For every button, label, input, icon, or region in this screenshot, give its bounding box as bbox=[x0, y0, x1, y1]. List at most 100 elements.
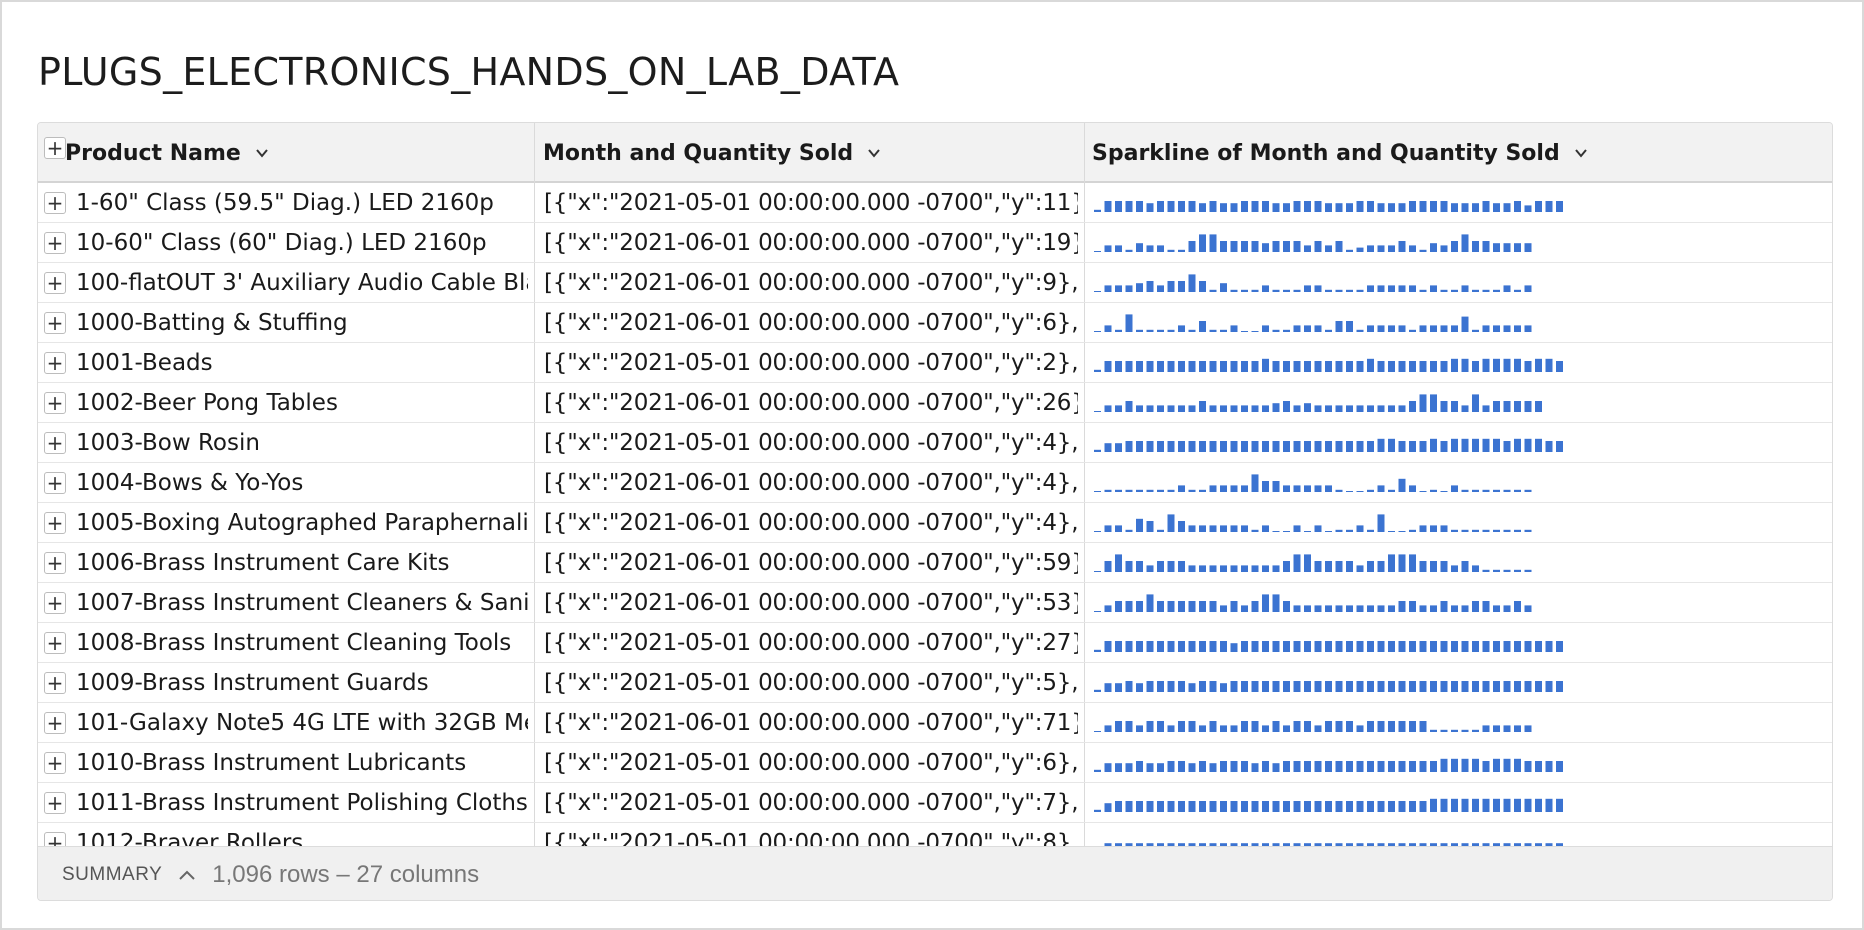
cell-month-qty[interactable]: [{"x":"2021-05-01 00:00:00.000 -0700","y… bbox=[544, 743, 1078, 783]
expand-row-button[interactable]: + bbox=[44, 392, 66, 414]
cell-product-name[interactable]: 1006-Brass Instrument Care Kits bbox=[76, 543, 528, 583]
expand-row-button[interactable]: + bbox=[44, 752, 66, 774]
cell-month-qty[interactable]: [{"x":"2021-06-01 00:00:00.000 -0700","y… bbox=[544, 383, 1078, 423]
sparkline-bar bbox=[1167, 361, 1175, 372]
expand-row-button[interactable]: + bbox=[44, 472, 66, 494]
cell-month-qty[interactable]: [{"x":"2021-05-01 00:00:00.000 -0700","y… bbox=[544, 183, 1078, 223]
table-row[interactable]: +1004-Bows & Yo-Yos [{"x":"2021-06-01 00:… bbox=[38, 463, 1832, 503]
expand-row-button[interactable]: + bbox=[44, 312, 66, 334]
cell-month-qty[interactable]: [{"x":"2021-06-01 00:00:00.000 -0700","y… bbox=[544, 583, 1078, 623]
expand-row-button[interactable]: + bbox=[44, 272, 66, 294]
sparkline-bar bbox=[1388, 554, 1395, 572]
column-header-month-qty[interactable]: Month and Quantity Sold bbox=[543, 123, 881, 183]
cell-month-qty[interactable]: [{"x":"2021-06-01 00:00:00.000 -0700","y… bbox=[544, 303, 1078, 343]
expand-row-button[interactable]: + bbox=[44, 232, 66, 254]
table-row[interactable]: +1007-Brass Instrument Cleaners & Saniti… bbox=[38, 583, 1832, 623]
cell-month-qty[interactable]: [{"x":"2021-06-01 00:00:00.000 -0700","y… bbox=[544, 543, 1078, 583]
expand-row-button[interactable]: + bbox=[44, 512, 66, 534]
sparkline-bar bbox=[1482, 405, 1490, 412]
column-header-product-name[interactable]: Product Name bbox=[65, 123, 269, 183]
chevron-up-icon[interactable] bbox=[178, 869, 196, 881]
sparkline-bar bbox=[1451, 485, 1458, 492]
cell-product-name[interactable]: 1002-Beer Pong Tables bbox=[76, 383, 528, 423]
sparkline-bar bbox=[1178, 641, 1185, 652]
sparkline-bar bbox=[1094, 731, 1101, 732]
table-row[interactable]: +1001-Beads [{"x":"2021-05-01 00:00:00.00… bbox=[38, 343, 1832, 383]
cell-month-qty[interactable]: [{"x":"2021-05-01 00:00:00.000 -0700","y… bbox=[544, 623, 1078, 663]
cell-month-qty[interactable]: [{"x":"2021-06-01 00:00:00.000 -0700","y… bbox=[544, 263, 1078, 303]
table-row[interactable]: +1003-Bow Rosin [{"x":"2021-05-01 00:00:0… bbox=[38, 423, 1832, 463]
cell-product-name[interactable]: 1-60" Class (59.5" Diag.) LED 2160p bbox=[76, 183, 528, 223]
table-body: +1-60" Class (59.5" Diag.) LED 2160p [{"x… bbox=[38, 183, 1832, 900]
cell-month-qty[interactable]: [{"x":"2021-06-01 00:00:00.000 -0700","y… bbox=[544, 463, 1078, 503]
sparkline-bar bbox=[1230, 405, 1238, 412]
expand-row-button[interactable]: + bbox=[44, 432, 66, 454]
table-row[interactable]: +101-Galaxy Note5 4G LTE with 32GB Memor… bbox=[38, 703, 1832, 743]
table-row[interactable]: +1011-Brass Instrument Polishing Cloths [… bbox=[38, 783, 1832, 823]
table-row[interactable]: +1010-Brass Instrument Lubricants [{"x":"… bbox=[38, 743, 1832, 783]
sparkline-bar bbox=[1262, 594, 1269, 612]
table-row[interactable]: +1002-Beer Pong Tables [{"x":"2021-06-01 … bbox=[38, 383, 1832, 423]
cell-product-name[interactable]: 1004-Bows & Yo-Yos bbox=[76, 463, 528, 503]
cell-product-name[interactable]: 1003-Bow Rosin bbox=[76, 423, 528, 463]
expand-all-button[interactable]: + bbox=[44, 137, 66, 159]
chevron-down-icon[interactable] bbox=[867, 146, 881, 160]
sparkline-bar bbox=[1430, 605, 1437, 612]
cell-product-name[interactable]: 1000-Batting & Stuffing bbox=[76, 303, 528, 343]
sparkline-bar bbox=[1377, 561, 1385, 572]
table-row[interactable]: +1009-Brass Instrument Guards [{"x":"2021… bbox=[38, 663, 1832, 703]
expand-row-button[interactable]: + bbox=[44, 712, 66, 734]
sparkline-bar bbox=[1314, 725, 1322, 732]
sparkline-bar bbox=[1482, 438, 1490, 452]
table-row[interactable]: +10-60" Class (60" Diag.) LED 2160p [{"x"… bbox=[38, 223, 1832, 263]
cell-month-qty[interactable]: [{"x":"2021-05-01 00:00:00.000 -0700","y… bbox=[544, 423, 1078, 463]
cell-product-name[interactable]: 10-60" Class (60" Diag.) LED 2160p bbox=[76, 223, 528, 263]
sparkline-bar bbox=[1178, 485, 1185, 492]
table-row[interactable]: +100-flatOUT 3' Auxiliary Audio Cable Bl… bbox=[38, 263, 1832, 303]
sparkline-bar bbox=[1125, 763, 1133, 772]
cell-product-name[interactable]: 1008-Brass Instrument Cleaning Tools bbox=[76, 623, 528, 663]
table-row[interactable]: +1-60" Class (59.5" Diag.) LED 2160p [{"x… bbox=[38, 183, 1832, 223]
cell-month-qty[interactable]: [{"x":"2021-06-01 00:00:00.000 -0700","y… bbox=[544, 503, 1078, 543]
table-row[interactable]: +1006-Brass Instrument Care Kits [{"x":"2… bbox=[38, 543, 1832, 583]
expand-row-button[interactable]: + bbox=[44, 592, 66, 614]
sparkline-bar bbox=[1178, 361, 1185, 372]
sparkline-bar bbox=[1461, 758, 1469, 772]
cell-product-name[interactable]: 1011-Brass Instrument Polishing Cloths bbox=[76, 783, 528, 823]
cell-product-name[interactable]: 1007-Brass Instrument Cleaners & Sanitiz… bbox=[76, 583, 528, 623]
sparkline-bar bbox=[1493, 758, 1500, 772]
cell-product-name[interactable]: 101-Galaxy Note5 4G LTE with 32GB Memory… bbox=[76, 703, 528, 743]
expand-row-button[interactable]: + bbox=[44, 192, 66, 214]
sparkline-bar bbox=[1094, 769, 1101, 772]
summary-bar: SUMMARY 1,096 rows – 27 columns bbox=[38, 846, 1832, 900]
expand-row-button[interactable]: + bbox=[44, 352, 66, 374]
table-row[interactable]: +1005-Boxing Autographed Paraphernalia [{… bbox=[38, 503, 1832, 543]
sparkline-bar bbox=[1314, 241, 1322, 252]
sparkline-bar bbox=[1451, 681, 1458, 692]
cell-product-name[interactable]: 1009-Brass Instrument Guards bbox=[76, 663, 528, 703]
cell-product-name[interactable]: 1010-Brass Instrument Lubricants bbox=[76, 743, 528, 783]
cell-month-qty[interactable]: [{"x":"2021-06-01 00:00:00.000 -0700","y… bbox=[544, 223, 1078, 263]
cell-product-name[interactable]: 1001-Beads bbox=[76, 343, 528, 383]
expand-row-button[interactable]: + bbox=[44, 672, 66, 694]
column-header-sparkline[interactable]: Sparkline of Month and Quantity Sold bbox=[1092, 123, 1588, 183]
summary-toggle[interactable]: SUMMARY bbox=[62, 864, 162, 886]
table-row[interactable]: +1000-Batting & Stuffing [{"x":"2021-06-0… bbox=[38, 303, 1832, 343]
expand-row-button[interactable]: + bbox=[44, 792, 66, 814]
chevron-down-icon[interactable] bbox=[1574, 146, 1588, 160]
chevron-down-icon[interactable] bbox=[255, 146, 269, 160]
expand-row-button[interactable]: + bbox=[44, 552, 66, 574]
sparkline-bar bbox=[1472, 798, 1479, 812]
cell-product-name[interactable]: 100-flatOUT 3' Auxiliary Audio Cable Bla… bbox=[76, 263, 528, 303]
expand-row-button[interactable]: + bbox=[44, 632, 66, 654]
cell-month-qty[interactable]: [{"x":"2021-05-01 00:00:00.000 -0700","y… bbox=[544, 663, 1078, 703]
sparkline-bar bbox=[1493, 569, 1500, 572]
cell-product-name[interactable]: 1005-Boxing Autographed Paraphernalia bbox=[76, 503, 528, 543]
sparkline-bar bbox=[1146, 641, 1154, 652]
cell-month-qty[interactable]: [{"x":"2021-05-01 00:00:00.000 -0700","y… bbox=[544, 343, 1078, 383]
sparkline-bar bbox=[1535, 641, 1542, 652]
sparkline-bar bbox=[1167, 601, 1175, 612]
cell-month-qty[interactable]: [{"x":"2021-05-01 00:00:00.000 -0700","y… bbox=[544, 783, 1078, 823]
table-row[interactable]: +1008-Brass Instrument Cleaning Tools [{"… bbox=[38, 623, 1832, 663]
cell-month-qty[interactable]: [{"x":"2021-06-01 00:00:00.000 -0700","y… bbox=[544, 703, 1078, 743]
